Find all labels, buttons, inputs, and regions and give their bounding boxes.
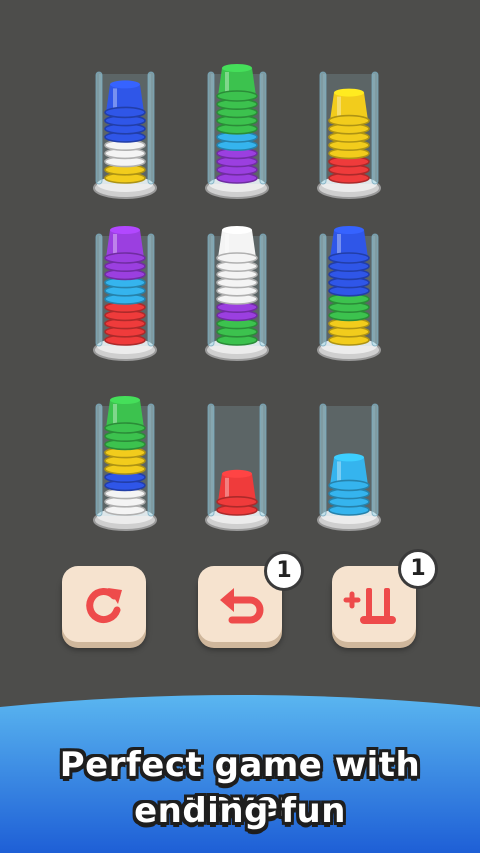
add-tube-count-badge: 1 [398,549,438,589]
promo-banner: Perfect game with never ending fun [0,695,480,853]
undo-count-badge: 1 [264,551,304,591]
tube-wall [319,403,327,517]
restart-button[interactable] [62,566,146,642]
cup-cyan [328,453,370,492]
tagline-line-2: ending fun [134,791,346,831]
tube-wall [371,403,379,517]
restart-icon [86,588,122,623]
